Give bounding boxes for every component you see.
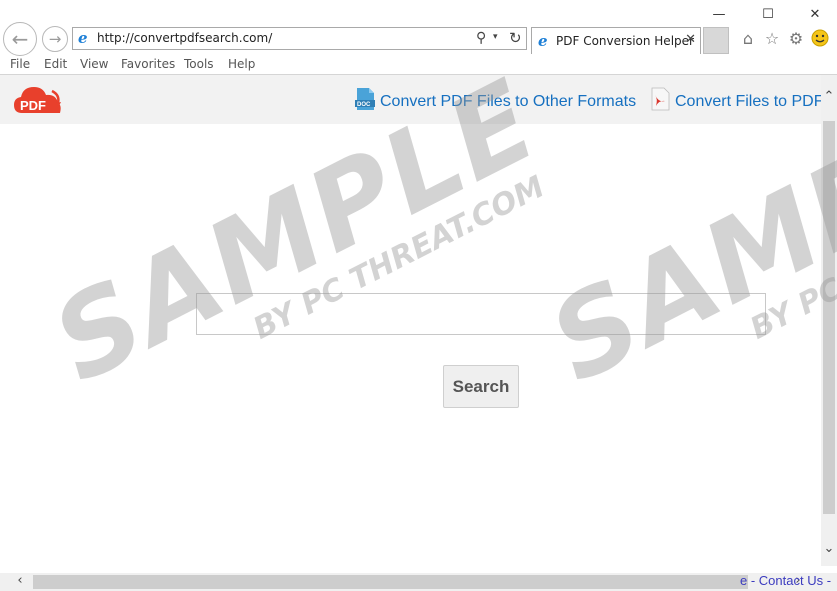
menu-view[interactable]: View	[80, 57, 108, 71]
dropdown-icon[interactable]: ▾	[493, 32, 498, 42]
browser-window: — ☐ ✕ ← → e http://convertpdfsearch.com/…	[0, 0, 837, 591]
doc-badge: DOC	[357, 102, 371, 108]
close-window-icon[interactable]: ✕	[802, 4, 828, 24]
tab-close-icon[interactable]: ✕	[685, 32, 696, 47]
pdf-file-icon	[651, 87, 670, 111]
menu-bar: File Edit View Favorites Tools Help	[0, 56, 837, 75]
tab-pdf-conversion-helper[interactable]: e PDF Conversion Helper ✕	[531, 27, 701, 54]
scroll-up-icon[interactable]: ⌃	[821, 89, 837, 104]
minimize-icon[interactable]: —	[706, 4, 732, 24]
maximize-icon[interactable]: ☐	[755, 4, 781, 24]
address-url[interactable]: http://convertpdfsearch.com/	[97, 31, 272, 45]
convert-files-to-pdf-link[interactable]: Convert Files to PDF	[675, 93, 823, 111]
search-input[interactable]	[196, 293, 766, 335]
menu-help[interactable]: Help	[228, 57, 255, 71]
scroll-down-icon[interactable]: ⌄	[821, 541, 837, 556]
logo-text: PDF	[20, 98, 46, 113]
doc-file-icon: DOC	[355, 88, 375, 110]
horizontal-scrollbar[interactable]: ‹ ›	[0, 573, 837, 591]
scroll-left-icon[interactable]: ‹	[12, 573, 28, 588]
tab-title: PDF Conversion Helper	[556, 34, 694, 48]
pdf-cloud-logo[interactable]: PDF	[12, 83, 64, 117]
forward-arrow-icon: →	[48, 30, 62, 48]
refresh-icon[interactable]: ↻	[509, 29, 522, 47]
search-icon[interactable]: ⚲	[476, 30, 486, 46]
feedback-smiley-icon[interactable]	[810, 28, 830, 48]
tab-ie-icon: e	[538, 32, 548, 50]
menu-file[interactable]: File	[10, 57, 30, 71]
home-icon[interactable]: ⌂	[738, 28, 758, 48]
footer-links[interactable]: e - Contact Us -	[740, 573, 831, 588]
menu-favorites[interactable]: Favorites	[121, 57, 175, 71]
favorites-star-icon[interactable]: ☆	[762, 28, 782, 48]
vertical-scrollbar[interactable]: ⌃ ⌄	[821, 75, 837, 566]
title-bar: — ☐ ✕ ← → e http://convertpdfsearch.com/…	[0, 0, 837, 58]
address-bar[interactable]: e http://convertpdfsearch.com/ ⚲ ▾ ↻	[72, 27, 527, 50]
site-header: PDF DOC Convert PDF Files to Other Forma…	[0, 75, 823, 124]
search-button[interactable]: Search	[443, 365, 519, 408]
menu-tools[interactable]: Tools	[184, 57, 214, 71]
settings-gear-icon[interactable]: ⚙	[786, 28, 806, 48]
forward-button[interactable]: →	[42, 26, 68, 52]
ie-icon: e	[78, 29, 88, 47]
menu-edit[interactable]: Edit	[44, 57, 67, 71]
convert-pdf-to-formats-link[interactable]: Convert PDF Files to Other Formats	[380, 93, 636, 111]
vertical-scroll-thumb[interactable]	[823, 121, 835, 514]
back-button[interactable]: ←	[3, 22, 37, 56]
horizontal-scroll-thumb[interactable]	[33, 575, 748, 589]
new-tab-button[interactable]	[703, 27, 729, 54]
back-arrow-icon: ←	[11, 27, 29, 51]
